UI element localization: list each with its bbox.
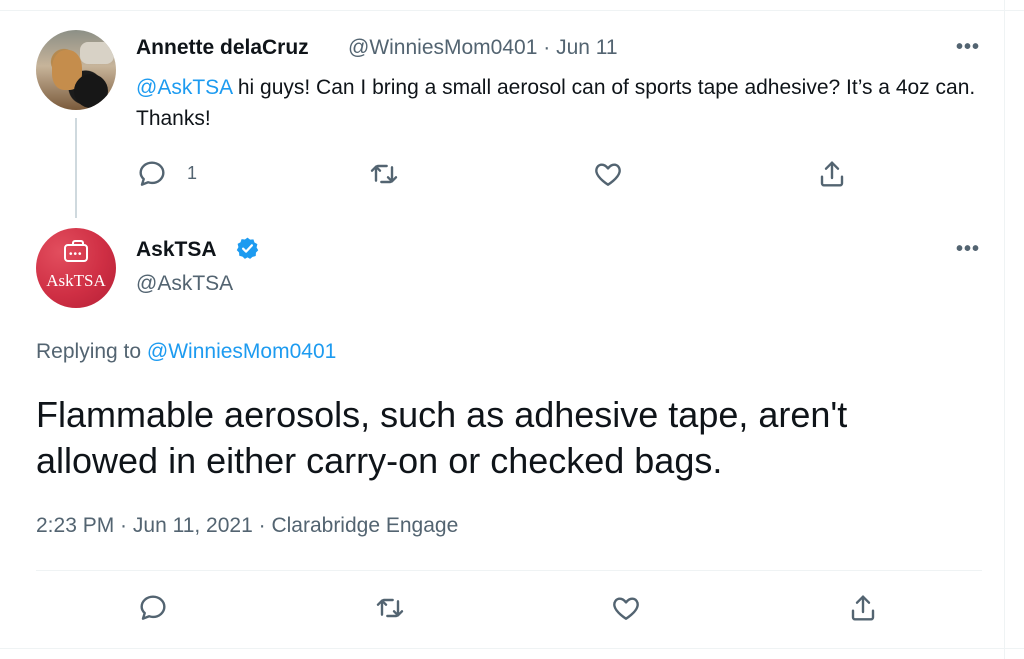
tweet1-handle-date: @WinniesMom0401 · Jun 11 [348, 36, 618, 59]
tweet1-more-button[interactable]: ••• [956, 36, 980, 59]
tweet1-author-name[interactable]: Annette delaCruz [136, 36, 309, 60]
bottom-border [0, 648, 1024, 649]
replying-to-handle-link[interactable]: @WinniesMom0401 [147, 340, 336, 363]
tweet2-like-button[interactable] [610, 592, 642, 624]
avatar-asktsa[interactable]: ••• AskTSA [36, 228, 116, 308]
tweet2-author-handle[interactable]: @AskTSA [136, 272, 233, 296]
heart-icon [595, 163, 621, 186]
tweet2-reply-button[interactable] [137, 592, 169, 624]
top-border [0, 10, 1024, 11]
tweet2-date[interactable]: Jun 11, 2021 [133, 514, 253, 537]
tweet2-retweet-button[interactable] [374, 592, 406, 624]
tweet1-retweet-button[interactable] [368, 158, 400, 190]
reply-icon [140, 595, 166, 620]
share-icon [820, 161, 844, 187]
tweet2-source[interactable]: Clarabridge Engage [271, 514, 458, 537]
tweet1-text-body: hi guys! Can I bring a small aerosol can… [136, 76, 976, 130]
tweet2-text: Flammable aerosols, such as adhesive tap… [36, 394, 848, 481]
retweet-icon [370, 164, 398, 184]
tweet1-text: @AskTSA hi guys! Can I bring a small aer… [136, 72, 986, 134]
replying-to-label: Replying to [36, 340, 142, 363]
tweet2-more-button[interactable]: ••• [956, 238, 980, 261]
tweet2-share-button[interactable] [847, 592, 879, 624]
tweet1-date[interactable]: Jun 11 [556, 36, 618, 59]
tweet2-time[interactable]: 2:23 PM [36, 514, 114, 537]
share-icon [851, 595, 875, 621]
avatar-label: AskTSA [46, 271, 106, 290]
right-border [1004, 0, 1005, 659]
replying-to: Replying to @WinniesMom0401 [36, 340, 336, 364]
tweet1-share-button[interactable] [816, 158, 848, 190]
separator [36, 570, 982, 571]
heart-icon [613, 597, 639, 620]
tweet1-reply-count: 1 [187, 163, 198, 183]
verified-badge-icon [236, 237, 259, 259]
tweet2-author-name[interactable]: AskTSA [136, 238, 217, 262]
avatar-annette[interactable] [36, 30, 116, 110]
retweet-icon [376, 598, 404, 618]
thread-line [75, 118, 77, 218]
tweet1-mention-link[interactable]: @AskTSA [136, 76, 232, 99]
tweet1-reply-button[interactable] [136, 158, 168, 190]
reply-icon [139, 161, 165, 186]
tweet1-like-button[interactable] [592, 158, 624, 190]
tweet2-meta: 2:23 PM · Jun 11, 2021 · Clarabridge Eng… [36, 514, 459, 537]
tweet1-author-handle[interactable]: @WinniesMom0401 [348, 36, 537, 59]
